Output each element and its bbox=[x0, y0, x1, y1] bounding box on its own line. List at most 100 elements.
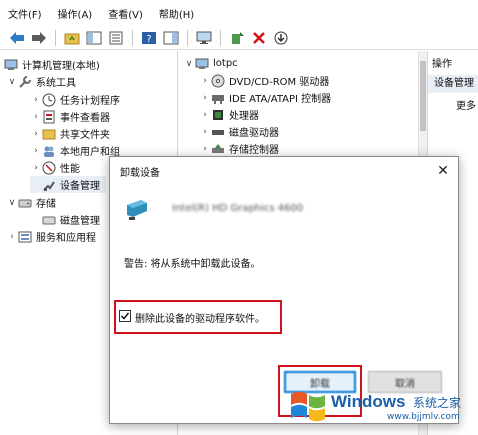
clock-icon bbox=[42, 93, 56, 107]
menu-file[interactable]: 文件(F) bbox=[8, 6, 42, 21]
windows-logo-icon bbox=[291, 391, 325, 422]
watermark-cn: 系统之家 bbox=[413, 396, 462, 410]
chevron-right-icon[interactable]: › bbox=[30, 112, 42, 122]
device-manager-icon bbox=[42, 178, 56, 192]
device-category-label: 磁盘驱动器 bbox=[229, 128, 279, 139]
chevron-right-icon[interactable]: › bbox=[199, 110, 211, 120]
tree-storage-label: 存储 bbox=[36, 199, 56, 210]
device-category-dvd[interactable]: › DVD/CD-ROM 驱动器 bbox=[199, 72, 329, 89]
tree-task-scheduler[interactable]: › 任务计划程序 bbox=[30, 91, 120, 108]
monitor-icon[interactable] bbox=[195, 29, 213, 47]
chevron-right-icon[interactable]: › bbox=[30, 95, 42, 105]
chevron-right-icon[interactable]: › bbox=[199, 93, 211, 103]
display-adapter-icon bbox=[124, 197, 150, 223]
watermark-url: www.bjjmlv.com bbox=[387, 412, 460, 422]
chevron-right-icon[interactable]: › bbox=[199, 76, 211, 86]
menu-view[interactable]: 查看(V) bbox=[108, 6, 143, 21]
device-root-label: lotpc bbox=[213, 58, 238, 69]
download-icon[interactable] bbox=[272, 29, 290, 47]
chevron-right-icon[interactable]: › bbox=[199, 144, 211, 154]
tree-performance-label: 性能 bbox=[60, 164, 80, 175]
svg-text:?: ? bbox=[146, 34, 151, 45]
tree-shared-folders-label: 共享文件夹 bbox=[60, 130, 110, 141]
tree-device-manager-label: 设备管理 bbox=[60, 181, 100, 192]
tree-shared-folders[interactable]: › 共享文件夹 bbox=[30, 125, 110, 142]
chevron-right-icon[interactable]: › bbox=[30, 129, 42, 139]
device-name: Intel(R) HD Graphics 4600 bbox=[172, 203, 304, 214]
close-icon[interactable]: ✕ bbox=[434, 162, 452, 180]
menubar: 文件(F) 操作(A) 查看(V) 帮助(H) bbox=[0, 0, 478, 26]
device-category-processor[interactable]: › 处理器 bbox=[199, 106, 259, 123]
chevron-right-icon[interactable]: › bbox=[30, 146, 42, 156]
dvd-drive-icon bbox=[211, 74, 225, 88]
uninstall-x-icon[interactable] bbox=[250, 29, 268, 47]
back-arrow-icon[interactable] bbox=[8, 29, 26, 47]
chevron-right-icon[interactable]: › bbox=[30, 163, 42, 173]
services-icon bbox=[18, 230, 32, 244]
tree-event-viewer-label: 事件查看器 bbox=[60, 113, 110, 124]
actions-header: 操作 bbox=[428, 55, 478, 71]
menu-action[interactable]: 操作(A) bbox=[58, 6, 93, 21]
toolbar: ? bbox=[0, 26, 478, 50]
chevron-right-icon[interactable]: › bbox=[6, 232, 18, 242]
tree-task-scheduler-label: 任务计划程序 bbox=[60, 96, 120, 107]
update-driver-icon[interactable] bbox=[228, 29, 246, 47]
help-icon[interactable]: ? bbox=[140, 29, 158, 47]
storage-controller-icon bbox=[211, 142, 225, 156]
tree-storage[interactable]: ∨ 存储 bbox=[6, 194, 56, 211]
device-category-label: 存储控制器 bbox=[229, 145, 279, 156]
toolbar-separator bbox=[132, 29, 133, 46]
device-category-storage-controller[interactable]: › 存储控制器 bbox=[199, 140, 279, 157]
toolbar-separator bbox=[55, 29, 56, 46]
shared-folder-icon bbox=[42, 127, 56, 141]
tools-icon bbox=[18, 75, 32, 89]
forward-arrow-icon[interactable] bbox=[30, 29, 48, 47]
tree-services-apps[interactable]: › 服务和应用程 bbox=[6, 228, 96, 245]
ide-controller-icon bbox=[211, 91, 225, 105]
tree-services-apps-label: 服务和应用程 bbox=[36, 233, 96, 244]
chevron-down-icon[interactable]: ∨ bbox=[183, 59, 195, 69]
scrollbar-thumb[interactable] bbox=[420, 61, 426, 131]
event-log-icon bbox=[42, 110, 56, 124]
dialog-title: 卸载设备 bbox=[120, 167, 160, 179]
device-category-disk[interactable]: › 磁盘驱动器 bbox=[199, 123, 279, 140]
help-pane-icon[interactable] bbox=[162, 29, 180, 47]
menu-help[interactable]: 帮助(H) bbox=[159, 6, 194, 21]
tree-event-viewer[interactable]: › 事件查看器 bbox=[30, 108, 110, 125]
tree-device-manager[interactable]: 设备管理 bbox=[30, 176, 106, 193]
delete-driver-checkbox[interactable] bbox=[119, 310, 131, 322]
warning-text: 警告: 将从系统中卸载此设备。 bbox=[124, 259, 261, 270]
tree-disk-management[interactable]: 磁盘管理 bbox=[42, 211, 100, 228]
chevron-down-icon[interactable]: ∨ bbox=[6, 198, 18, 208]
tree-performance[interactable]: › 性能 bbox=[30, 159, 80, 176]
computer-icon bbox=[195, 57, 209, 71]
watermark-brand: Windows bbox=[331, 392, 406, 411]
device-category-ide[interactable]: › IDE ATA/ATAPI 控制器 bbox=[199, 89, 331, 106]
toolbar-separator bbox=[187, 29, 188, 46]
device-root[interactable]: ∨ lotpc bbox=[183, 55, 238, 72]
checkmark-icon bbox=[120, 312, 130, 320]
up-folder-icon[interactable] bbox=[63, 29, 81, 47]
properties-icon[interactable] bbox=[107, 29, 125, 47]
tree-root-label: 计算机管理(本地) bbox=[22, 61, 100, 72]
toolbar-separator bbox=[220, 29, 221, 46]
tree-root[interactable]: 计算机管理(本地) bbox=[4, 56, 100, 73]
console-tree-icon[interactable] bbox=[85, 29, 103, 47]
tree-local-users[interactable]: › 本地用户和组 bbox=[30, 142, 120, 159]
actions-more-link[interactable]: 更多 bbox=[456, 97, 476, 112]
computer-management-icon bbox=[4, 58, 18, 72]
performance-icon bbox=[42, 161, 56, 175]
disk-drive-icon bbox=[211, 125, 225, 139]
disk-icon bbox=[42, 213, 56, 227]
chevron-down-icon[interactable]: ∨ bbox=[6, 77, 18, 87]
delete-driver-checkbox-label[interactable]: 删除此设备的驱动程序软件。 bbox=[135, 310, 265, 325]
actions-selected-item[interactable]: 设备管理 bbox=[428, 75, 478, 93]
uninstall-device-dialog: 卸载设备 ✕ Intel(R) HD Graphics 4600 警告: 将从系… bbox=[109, 156, 459, 424]
processor-icon bbox=[211, 108, 225, 122]
device-category-label: IDE ATA/ATAPI 控制器 bbox=[229, 94, 332, 105]
users-icon bbox=[42, 144, 56, 158]
chevron-right-icon[interactable]: › bbox=[199, 127, 211, 137]
tree-system-tools-label: 系统工具 bbox=[36, 78, 76, 89]
tree-system-tools[interactable]: ∨ 系统工具 bbox=[6, 73, 76, 90]
storage-icon bbox=[18, 196, 32, 210]
